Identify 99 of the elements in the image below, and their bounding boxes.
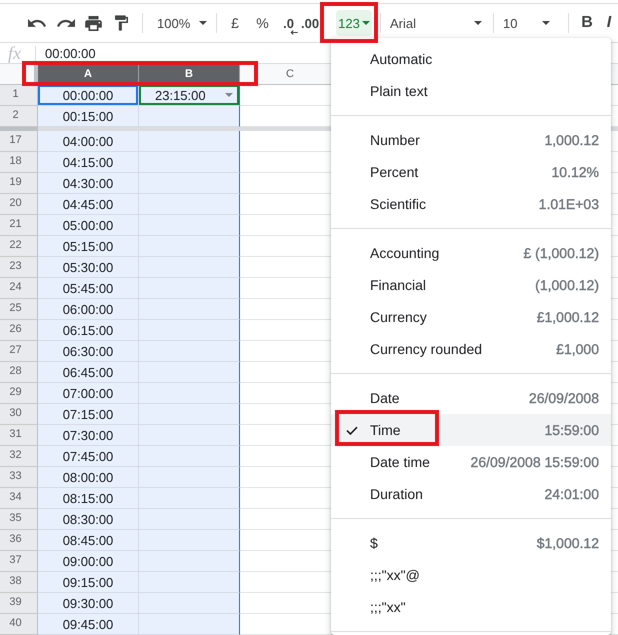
table-cell: 05:30:00 — [38, 257, 139, 278]
caret-icon — [362, 21, 370, 25]
format-example: 15:59:00 — [544, 422, 599, 438]
menu-item[interactable]: Accounting £ (1,000.12) — [331, 237, 611, 269]
format-example: 24:01:00 — [544, 486, 599, 502]
table-cell: 00:15:00 — [38, 106, 139, 127]
row-header[interactable]: 38 — [0, 572, 38, 593]
bold-button[interactable]: B — [575, 9, 599, 37]
paint-roller-icon[interactable] — [115, 15, 128, 31]
table-cell: 09:30:00 — [38, 593, 139, 614]
row-header[interactable]: 23 — [0, 257, 38, 278]
row-header[interactable]: 39 — [0, 593, 38, 614]
row-header[interactable]: 22 — [0, 236, 38, 257]
format-example: $1,000.12 — [536, 535, 599, 551]
caret-icon — [199, 21, 207, 25]
formula-label: fx — [8, 44, 21, 62]
format-example: 26/09/2008 15:59:00 — [470, 454, 599, 470]
currency-button[interactable]: £ — [221, 9, 249, 37]
row-header[interactable]: 35 — [0, 509, 38, 530]
table-cell: 07:15:00 — [38, 404, 139, 425]
row-header[interactable]: 31 — [0, 425, 38, 446]
menu-item[interactable]: Financial (1,000.12) — [331, 269, 611, 301]
table-cell: 05:45:00 — [38, 278, 139, 299]
row-header[interactable]: 33 — [0, 467, 38, 488]
row-header[interactable]: 18 — [0, 152, 38, 173]
table-cell: 08:15:00 — [38, 488, 139, 509]
number-format-button[interactable]: 123 — [336, 10, 372, 36]
menu-item[interactable]: Currency £1,000.12 — [331, 301, 611, 333]
format-example: 1.01E+03 — [538, 196, 599, 212]
format-example: 26/09/2008 — [528, 390, 599, 406]
font-size-dropdown[interactable]: 10 — [498, 9, 556, 37]
menu-item[interactable]: Date 26/09/2008 — [331, 382, 611, 414]
table-cell: 09:15:00 — [38, 572, 139, 593]
dropdown-cell[interactable]: 23:15:00 — [139, 85, 240, 106]
italic-button[interactable]: I — [599, 9, 618, 37]
format-example: 1,000.12 — [544, 132, 599, 148]
table-cell: 07:45:00 — [38, 446, 139, 467]
row-header[interactable]: 34 — [0, 488, 38, 509]
caret-icon — [542, 21, 550, 25]
table-cell: 07:00:00 — [38, 383, 139, 404]
row-header[interactable]: 28 — [0, 362, 38, 383]
format-example: £1,000.12 — [536, 309, 599, 325]
table-cell: 08:00:00 — [38, 467, 139, 488]
zoom-dropdown[interactable]: 100% — [150, 9, 212, 37]
table-cell: 06:45:00 — [38, 362, 139, 383]
decrease-decimals-button[interactable]: .0 — [276, 9, 301, 37]
table-cell: 08:45:00 — [38, 530, 139, 551]
menu-item[interactable]: ;;;"xx"@ — [331, 559, 611, 591]
menu-item[interactable]: Duration 24:01:00 — [331, 478, 611, 510]
table-cell: 06:00:00 — [38, 299, 139, 320]
row-header[interactable]: 25 — [0, 299, 38, 320]
menu-item[interactable]: Scientific 1.01E+03 — [331, 188, 611, 220]
row-header[interactable]: 37 — [0, 551, 38, 572]
menu-item[interactable]: Currency rounded £1,000 — [331, 333, 611, 365]
row-header[interactable]: 17 — [0, 131, 38, 152]
table-cell: 05:00:00 — [38, 215, 139, 236]
table-cell: 04:30:00 — [38, 173, 139, 194]
table-cell: 00:00:00 — [38, 85, 139, 106]
row-header[interactable]: 36 — [0, 530, 38, 551]
table-cell: 05:15:00 — [38, 236, 139, 257]
row-header[interactable]: 1 — [0, 85, 38, 106]
row-header[interactable]: 19 — [0, 173, 38, 194]
undo-icon[interactable] — [28, 19, 46, 27]
row-header[interactable]: 20 — [0, 194, 38, 215]
menu-item[interactable]: Percent 10.12% — [331, 156, 611, 188]
table-cell: 04:45:00 — [38, 194, 139, 215]
arrow-icon — [290, 30, 298, 35]
menu-item[interactable]: Date time 26/09/2008 15:59:00 — [331, 446, 611, 478]
percent-button[interactable]: % — [249, 9, 276, 37]
row-header[interactable]: 24 — [0, 278, 38, 299]
table-cell: 09:00:00 — [38, 551, 139, 572]
format-example: £1,000 — [556, 341, 599, 357]
table-cell: 06:30:00 — [38, 341, 139, 362]
table-cell: 04:00:00 — [38, 131, 139, 152]
table-cell: 06:15:00 — [38, 320, 139, 341]
caret-icon — [474, 21, 482, 25]
format-example: 10.12% — [552, 164, 599, 180]
row-header[interactable]: 26 — [0, 320, 38, 341]
table-cell: 09:45:00 — [38, 614, 139, 635]
menu-item[interactable]: $ $1,000.12 — [331, 527, 611, 559]
row-header[interactable]: 30 — [0, 404, 38, 425]
menu-item[interactable]: Number 1,000.12 — [331, 124, 611, 156]
redo-icon[interactable] — [57, 19, 75, 27]
format-example: £ (1,000.12) — [524, 245, 599, 261]
print-icon[interactable] — [85, 16, 102, 30]
table-cell: 07:30:00 — [38, 425, 139, 446]
row-header[interactable]: 32 — [0, 446, 38, 467]
menu-item[interactable]: ;;;"xx" — [331, 591, 611, 623]
check-icon — [346, 426, 358, 434]
row-header[interactable]: 21 — [0, 215, 38, 236]
row-header[interactable]: 40 — [0, 614, 38, 635]
row-header[interactable]: 2 — [0, 106, 38, 127]
font-dropdown[interactable]: Arial — [385, 9, 488, 37]
table-cell: 04:15:00 — [38, 152, 139, 173]
table-cell: 08:30:00 — [38, 509, 139, 530]
increase-decimals-button[interactable]: .00 — [301, 9, 320, 37]
format-example: (1,000.12) — [535, 277, 599, 293]
row-header[interactable]: 29 — [0, 383, 38, 404]
row-header[interactable]: 27 — [0, 341, 38, 362]
